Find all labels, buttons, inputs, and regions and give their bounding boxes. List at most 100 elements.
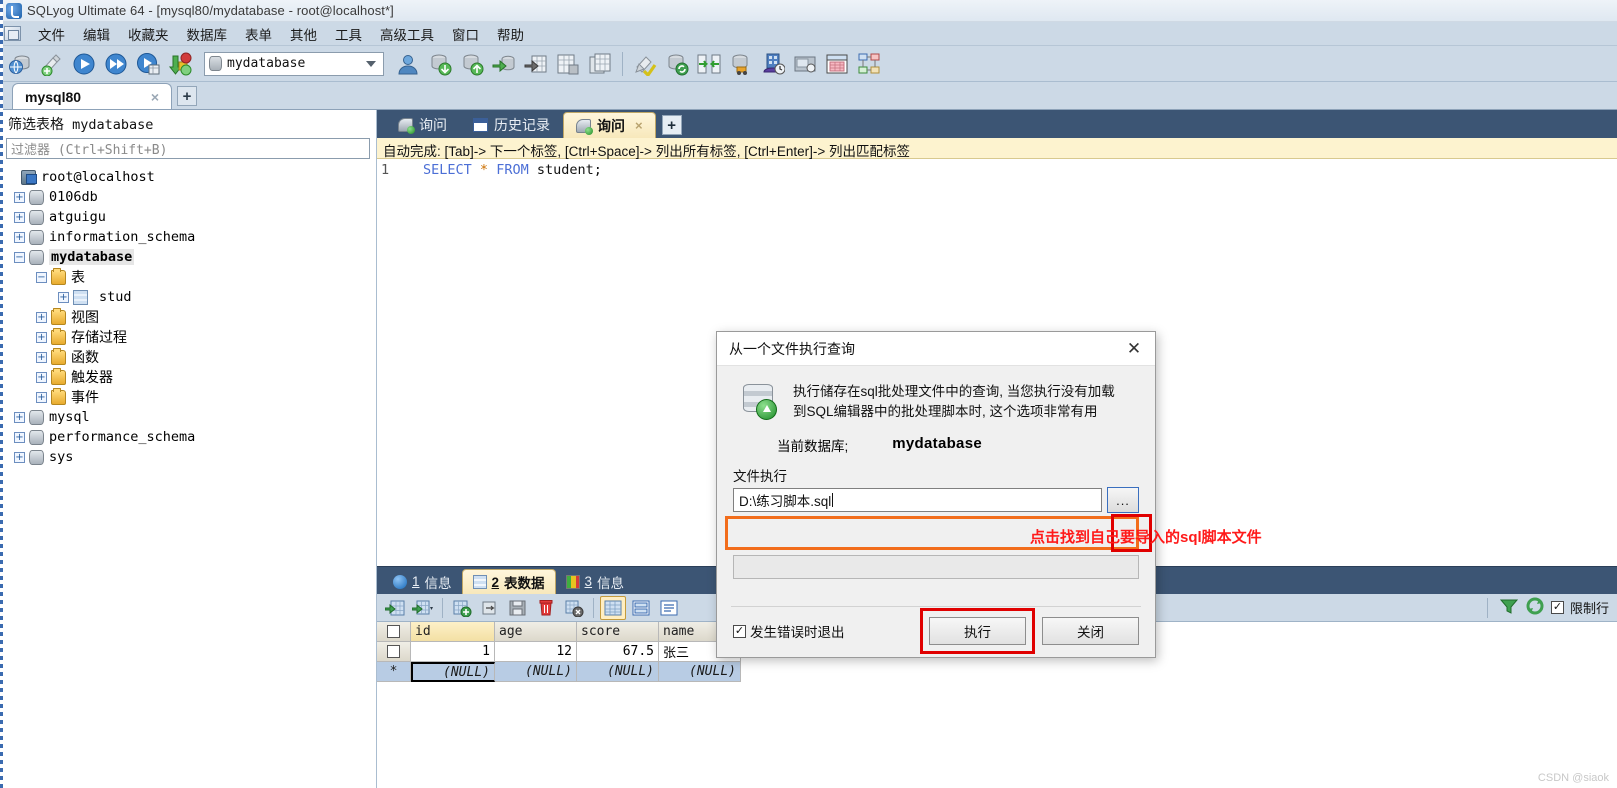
expander-icon[interactable]: + xyxy=(58,291,69,303)
tab-history[interactable]: 历史记录 xyxy=(460,112,563,138)
menu-item-others[interactable]: 其他 xyxy=(281,22,326,46)
close-button[interactable]: 关闭 xyxy=(1042,617,1139,645)
insert-row-dropdown-icon[interactable] xyxy=(410,596,436,620)
menu-item-database[interactable]: 数据库 xyxy=(178,22,237,46)
expander-icon[interactable]: + xyxy=(14,431,25,443)
grid-view-icon[interactable] xyxy=(600,595,626,620)
tree-node-table-stud[interactable]: + stud xyxy=(0,287,376,307)
cell-age[interactable]: 12 xyxy=(495,642,577,662)
menu-item-edit[interactable]: 编辑 xyxy=(74,22,119,46)
execute-all-queries-icon[interactable] xyxy=(101,49,131,79)
filter-icon[interactable] xyxy=(1499,597,1519,618)
schema-designer-icon[interactable] xyxy=(854,49,884,79)
menu-item-help[interactable]: 帮助 xyxy=(488,22,533,46)
limit-rows-checkbox[interactable]: ✓ xyxy=(1550,601,1564,614)
close-icon[interactable]: ✕ xyxy=(1119,336,1149,362)
import-export-icon[interactable] xyxy=(165,49,195,79)
column-header-age[interactable]: age xyxy=(495,622,577,642)
tree-node-information-schema[interactable]: + information_schema xyxy=(0,227,376,247)
add-query-tab-button[interactable]: + xyxy=(661,115,682,135)
add-record-icon[interactable] xyxy=(449,596,475,620)
browse-file-button[interactable]: ... xyxy=(1107,487,1139,514)
cell-score[interactable]: 67.5 xyxy=(577,642,659,662)
execute-button[interactable]: 执行 xyxy=(929,617,1026,645)
table-data-search-icon[interactable] xyxy=(553,49,583,79)
file-path-input[interactable]: D:\练习脚本.sql xyxy=(733,488,1102,513)
save-changes-icon[interactable] xyxy=(505,596,531,620)
menu-item-file[interactable]: 文件 xyxy=(29,22,74,46)
discard-changes-icon[interactable] xyxy=(561,596,587,620)
user-manager-icon[interactable] xyxy=(393,49,423,79)
sync-database-icon[interactable] xyxy=(662,49,692,79)
expander-icon[interactable]: + xyxy=(14,451,25,463)
new-connection-icon[interactable] xyxy=(5,49,35,79)
column-header-id[interactable]: id xyxy=(411,622,495,642)
migration-icon[interactable] xyxy=(726,49,756,79)
tree-node-views-folder[interactable]: + 视图 xyxy=(0,307,376,327)
add-connection-tab-button[interactable]: + xyxy=(177,86,197,106)
column-header-score[interactable]: score xyxy=(577,622,659,642)
expander-icon[interactable]: + xyxy=(36,391,47,403)
tree-node-procedures-folder[interactable]: + 存储过程 xyxy=(0,327,376,347)
collapse-icon[interactable]: − xyxy=(14,251,25,263)
refresh-icon[interactable] xyxy=(1525,597,1545,618)
expander-icon[interactable]: + xyxy=(36,371,47,383)
expander-icon[interactable]: + xyxy=(14,191,25,203)
menu-item-favorites[interactable]: 收藏夹 xyxy=(119,22,178,46)
tree-node-triggers-folder[interactable]: + 触发器 xyxy=(0,367,376,387)
menu-item-form[interactable]: 表单 xyxy=(236,22,281,46)
form-view-icon[interactable] xyxy=(628,596,654,620)
expander-icon[interactable]: + xyxy=(14,411,25,423)
tree-node-events-folder[interactable]: + 事件 xyxy=(0,387,376,407)
tree-node-tables-folder[interactable]: − 表 xyxy=(0,267,376,287)
table-row-new[interactable]: * (NULL) (NULL) (NULL) (NULL) xyxy=(377,662,1617,682)
tab-messages-3[interactable]: 3 信息 xyxy=(556,569,635,594)
menu-item-window[interactable]: 窗口 xyxy=(443,22,488,46)
duplicate-row-icon[interactable] xyxy=(477,596,503,620)
menu-item-tools[interactable]: 工具 xyxy=(326,22,371,46)
form-view-toolbar-icon[interactable] xyxy=(822,49,852,79)
cell-score-new[interactable]: (NULL) xyxy=(577,662,659,682)
close-icon[interactable]: × xyxy=(635,118,643,133)
connection-tab-mysql80[interactable]: mysql80 × xyxy=(12,83,172,109)
validate-sql-icon[interactable] xyxy=(630,49,660,79)
exit-on-error-checkbox[interactable]: ✓ xyxy=(733,624,746,638)
export-table-data-icon[interactable] xyxy=(521,49,551,79)
exit-on-error-row[interactable]: ✓ 发生错误时退出 xyxy=(733,621,845,641)
execute-query-new-tab-icon[interactable] xyxy=(133,49,163,79)
refresh-object-browser-icon[interactable] xyxy=(37,49,67,79)
cell-name-new[interactable]: (NULL) xyxy=(659,662,741,682)
menu-item-powertools[interactable]: 高级工具 xyxy=(371,22,443,46)
tree-node-performance-schema[interactable]: + performance_schema xyxy=(0,427,376,447)
execute-sql-file-dialog[interactable]: 从一个文件执行查询 ✕ 执行储存在sql批处理文件中的查询, 当您执行没有加载 … xyxy=(716,331,1156,658)
chevron-down-icon[interactable] xyxy=(366,60,376,67)
tree-node-0106db[interactable]: + 0106db xyxy=(0,187,376,207)
expander-icon[interactable]: + xyxy=(14,211,25,223)
tree-node-functions-folder[interactable]: + 函数 xyxy=(0,347,376,367)
insert-row-icon[interactable] xyxy=(382,596,408,620)
cell-id[interactable]: 1 xyxy=(411,642,495,662)
expander-icon[interactable]: + xyxy=(36,311,47,323)
tree-node-root-localhost[interactable]: root@localhost xyxy=(0,167,376,187)
tab-table-data[interactable]: 2 表数据 xyxy=(461,569,556,594)
tree-node-sys[interactable]: + sys xyxy=(0,447,376,467)
multiple-tables-icon[interactable] xyxy=(585,49,615,79)
tree-node-mysql[interactable]: + mysql xyxy=(0,407,376,427)
expander-icon[interactable]: + xyxy=(36,331,47,343)
scheduled-backup-icon[interactable] xyxy=(758,49,788,79)
import-external-data-icon[interactable] xyxy=(489,49,519,79)
checkbox-icon[interactable] xyxy=(387,625,400,638)
tab-query-2[interactable]: 询问 × xyxy=(563,112,656,138)
select-all-cell[interactable] xyxy=(377,622,411,642)
cell-id-new[interactable]: (NULL) xyxy=(411,662,495,682)
text-view-icon[interactable] xyxy=(656,596,682,620)
database-selector[interactable]: mydatabase xyxy=(204,51,384,76)
cell-age-new[interactable]: (NULL) xyxy=(495,662,577,682)
close-icon[interactable]: × xyxy=(145,89,165,105)
tree-node-mydatabase[interactable]: − mydatabase xyxy=(0,247,376,267)
data-sync-icon[interactable] xyxy=(694,49,724,79)
delete-row-icon[interactable] xyxy=(533,596,559,620)
restore-database-icon[interactable] xyxy=(457,49,487,79)
tab-messages-1[interactable]: 1 信息 xyxy=(383,569,462,594)
row-select-cell[interactable] xyxy=(377,642,411,662)
